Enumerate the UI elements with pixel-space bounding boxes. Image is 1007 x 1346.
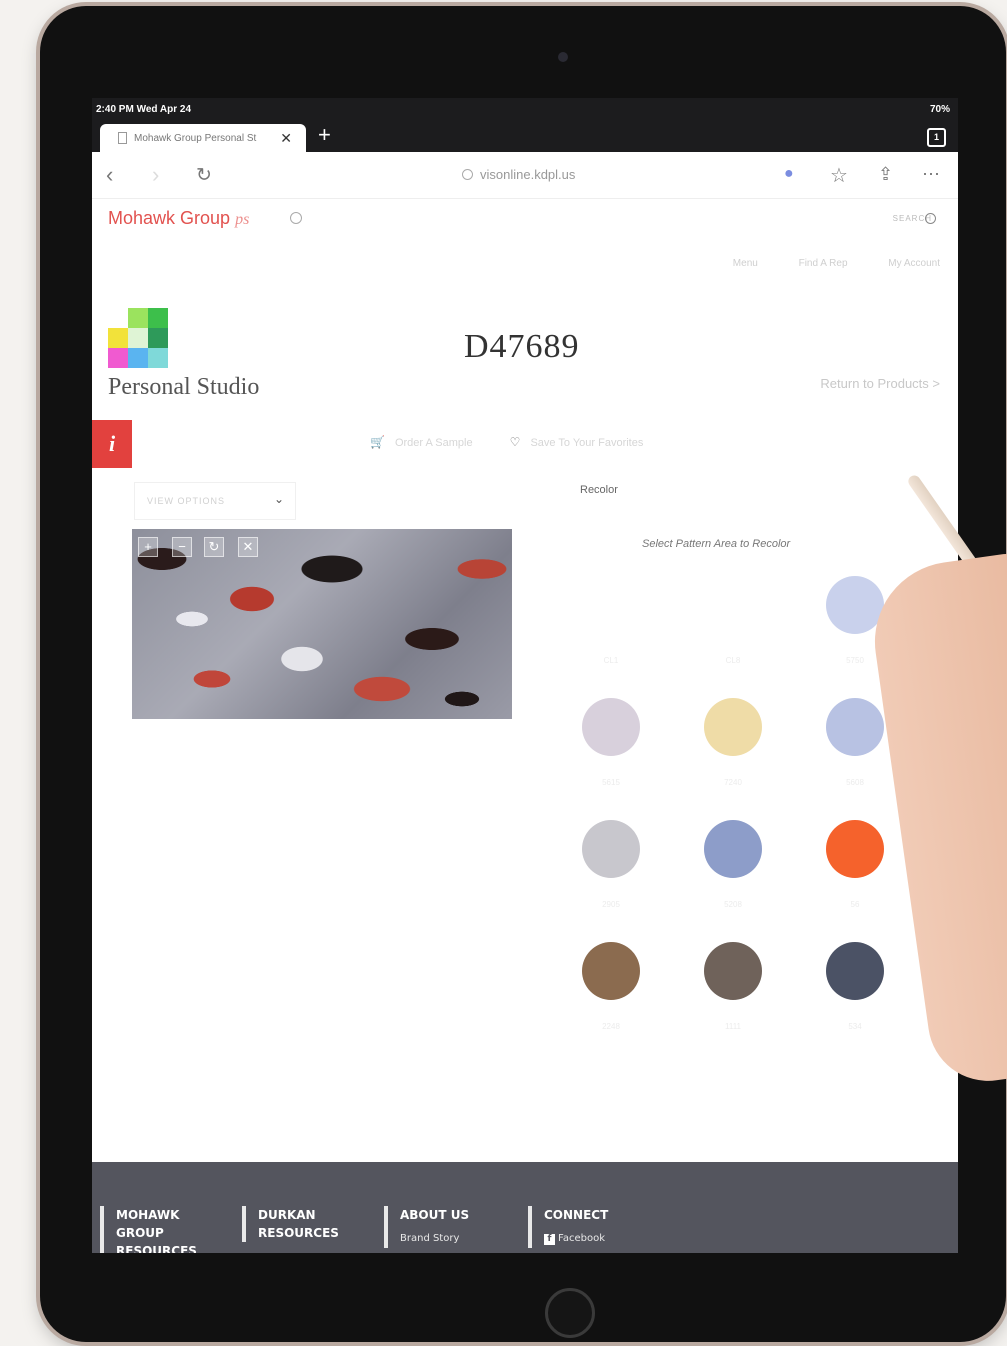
color-swatch[interactable]: [582, 820, 640, 878]
reload-icon[interactable]: ↻: [196, 164, 212, 187]
color-swatch[interactable]: [826, 576, 884, 634]
swatch-code: CL8: [725, 656, 741, 665]
url-text: visonline.kdpl.us: [480, 167, 576, 182]
return-to-products-link[interactable]: Return to Products >: [820, 376, 940, 391]
new-tab-icon[interactable]: +: [318, 124, 331, 146]
footer-heading-connect: CONNECT: [544, 1208, 609, 1222]
view-options-dropdown[interactable]: VIEW OPTIONS ⌄: [134, 482, 296, 520]
swatch-code: 2248: [602, 1022, 620, 1031]
search-icon[interactable]: [290, 212, 302, 224]
home-button[interactable]: [545, 1288, 595, 1338]
brand-name: Mohawk Group: [108, 208, 231, 228]
personal-studio-logo-icon: [108, 308, 168, 368]
microphone-icon[interactable]: ●: [784, 165, 794, 183]
color-swatch[interactable]: [826, 820, 884, 878]
tab-title: Mohawk Group Personal St: [134, 133, 257, 144]
more-icon[interactable]: ⋯: [922, 164, 940, 185]
zoom-in-icon[interactable]: +: [138, 537, 158, 557]
swatch-code: 7240: [724, 778, 742, 787]
swatch-code: 1111: [724, 1022, 741, 1031]
brand-logo[interactable]: Mohawk Group ps: [108, 208, 249, 229]
util-link-menu[interactable]: Menu: [733, 258, 758, 269]
product-code: D47689: [464, 328, 580, 365]
browser-toolbar: ‹ › ↻ visonline.kdpl.us ● ☆ ⇪ ⋯: [92, 152, 958, 199]
util-link-account[interactable]: My Account: [888, 258, 940, 269]
color-swatch[interactable]: [582, 576, 640, 634]
page-icon: [118, 132, 127, 144]
pattern-preview[interactable]: + − ↻ ✕: [132, 529, 512, 719]
screen: 2:40 PM Wed Apr 24 70% Mohawk Group Pers…: [92, 98, 958, 1253]
share-icon[interactable]: ⇪: [878, 164, 893, 185]
footer-heading-about: ABOUT US: [400, 1208, 470, 1222]
color-swatch[interactable]: [704, 698, 762, 756]
save-favorites-link[interactable]: ♡ Save To Your Favorites: [509, 435, 644, 449]
footer-col-durkan[interactable]: DURKAN RESOURCES: [242, 1206, 358, 1242]
browser-tab[interactable]: Mohawk Group Personal St ✕: [100, 124, 306, 152]
site-footer: MOHAWK GROUP RESOURCES DURKAN RESOURCES …: [92, 1162, 958, 1253]
color-swatch[interactable]: [582, 942, 640, 1000]
swatch-code: CL1: [603, 656, 619, 665]
swatch-code: 5208: [724, 900, 742, 909]
recolor-label: Recolor: [580, 484, 618, 496]
zoom-out-icon[interactable]: −: [172, 537, 192, 557]
swatch-code: 5615: [602, 778, 620, 787]
footer-link-brand-story[interactable]: Brand Story: [400, 1230, 500, 1248]
bookmark-star-icon[interactable]: ☆: [830, 163, 848, 188]
footer-heading-durkan: DURKAN RESOURCES: [258, 1208, 339, 1240]
swatch-code: 2905: [602, 900, 620, 909]
product-actions: 🛒 Order A Sample ♡ Save To Your Favorites: [370, 435, 677, 449]
fullscreen-icon[interactable]: ✕: [238, 537, 258, 557]
footer-col-about: ABOUT US Brand Story: [384, 1206, 500, 1248]
view-options-label: VIEW OPTIONS: [147, 496, 226, 506]
utility-links: Menu Find A Rep My Account: [695, 258, 940, 269]
search-circle-icon[interactable]: [925, 213, 936, 224]
swatch-code: 56: [850, 900, 860, 909]
brand-suffix: ps: [235, 211, 250, 228]
swatch-code: 5608: [846, 778, 864, 787]
status-time: 2:40 PM Wed Apr 24: [96, 104, 192, 115]
recolor-hint: Select Pattern Area to Recolor: [642, 538, 791, 550]
rotate-icon[interactable]: ↻: [204, 537, 224, 557]
color-swatch-grid: CL1 CL8 5750 5615 7240 5608 2905 5208 56 2248 1111…: [582, 576, 892, 1036]
color-swatch[interactable]: [704, 942, 762, 1000]
cart-icon: 🛒: [370, 435, 385, 449]
swatch-code: 534: [848, 1022, 862, 1031]
address-bar[interactable]: visonline.kdpl.us: [462, 167, 575, 182]
status-bar: 2:40 PM Wed Apr 24 70%: [92, 98, 958, 120]
info-badge-button[interactable]: i: [92, 420, 132, 468]
front-camera: [558, 52, 568, 62]
back-icon[interactable]: ‹: [106, 162, 113, 188]
color-swatch[interactable]: [704, 820, 762, 878]
site-info-icon: [462, 169, 473, 180]
close-tab-icon[interactable]: ✕: [280, 130, 292, 147]
battery-indicator: 70%: [929, 104, 950, 115]
forward-icon[interactable]: ›: [152, 162, 159, 188]
heart-icon: ♡: [509, 435, 521, 449]
color-swatch[interactable]: [704, 576, 762, 634]
order-sample-link[interactable]: 🛒 Order A Sample: [370, 435, 476, 449]
facebook-icon: f: [544, 1234, 555, 1245]
footer-col-mohawk[interactable]: MOHAWK GROUP RESOURCES: [100, 1206, 212, 1253]
footer-link-facebook[interactable]: f Facebook: [544, 1230, 644, 1248]
tab-bar: Mohawk Group Personal St ✕ + 1: [92, 120, 958, 152]
color-swatch[interactable]: [826, 942, 884, 1000]
save-favorites-label: Save To Your Favorites: [530, 437, 644, 449]
color-swatch[interactable]: [582, 698, 640, 756]
color-swatch[interactable]: [826, 698, 884, 756]
footer-col-connect: CONNECT f Facebook: [528, 1206, 644, 1248]
tab-count-badge[interactable]: 1: [927, 128, 946, 147]
order-sample-label: Order A Sample: [394, 437, 473, 449]
facebook-label: Facebook: [558, 1233, 605, 1244]
chevron-down-icon: ⌄: [273, 492, 285, 506]
footer-heading-mohawk: MOHAWK GROUP RESOURCES: [116, 1208, 197, 1253]
studio-title: Personal Studio: [108, 374, 260, 400]
util-link-find-rep[interactable]: Find A Rep: [799, 258, 848, 269]
